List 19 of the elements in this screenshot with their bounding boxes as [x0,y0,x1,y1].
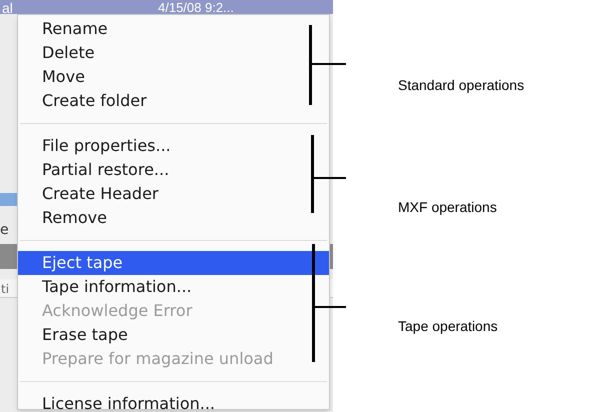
capacity-text: e [0,221,9,240]
menu-item[interactable]: Erase tape [18,323,329,347]
menu-item[interactable]: File properties... [18,134,329,158]
column-header: ti [1,281,10,298]
menu-item[interactable]: Delete [18,41,329,65]
annotation-label: Standard operations [398,76,524,95]
annotation-label: MXF operations [398,198,497,217]
menu-item[interactable]: Move [18,65,329,89]
menu-item[interactable]: Partial restore... [18,158,329,182]
menu-item[interactable]: Eject tape [18,251,329,275]
menu-item[interactable]: License information... [18,392,329,412]
table-cell-text: al [2,0,13,18]
menu-item[interactable]: Rename [18,17,329,41]
annotation-label: Tape operations [398,317,498,336]
menu-item[interactable]: Create Header [18,182,329,206]
menu-item[interactable]: Create folder [18,89,329,113]
table-cell-text: 4/15/08 9:2... [158,0,234,17]
menu-item[interactable]: Remove [18,206,329,230]
menu-item[interactable]: Tape information... [18,275,329,299]
